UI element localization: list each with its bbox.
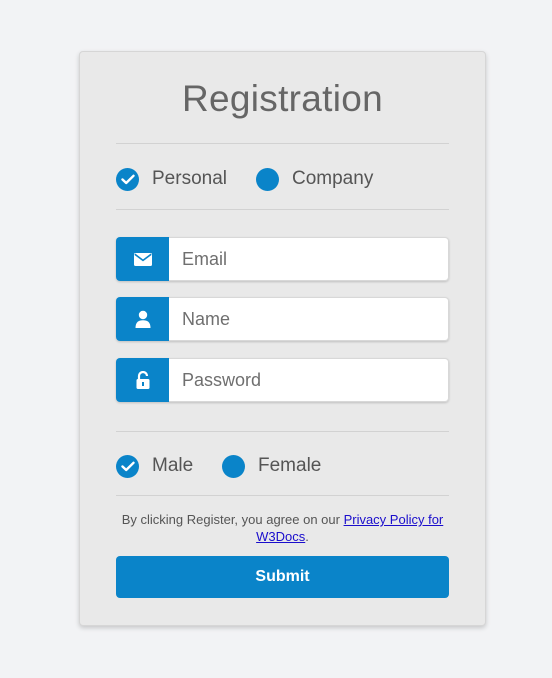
radio-label-female: Female <box>258 455 322 476</box>
radio-female[interactable]: Female <box>222 453 321 479</box>
check-icon <box>116 167 139 191</box>
radio-label-male: Male <box>152 455 194 476</box>
divider <box>116 431 449 432</box>
password-field-group <box>116 358 449 402</box>
radio-dot-icon <box>222 454 245 478</box>
registration-card: Registration Personal Company Email Name… <box>79 51 486 626</box>
envelope-icon <box>116 237 169 281</box>
radio-label-personal: Personal <box>152 168 227 189</box>
page-title: Registration <box>181 78 384 119</box>
divider <box>116 495 449 496</box>
radio-personal[interactable]: Personal <box>116 166 227 192</box>
name-input[interactable] <box>169 297 449 341</box>
email-input[interactable] <box>169 237 449 281</box>
unlock-icon <box>116 358 169 402</box>
terms-prefix: By clicking Register, you agree on our <box>121 512 344 527</box>
radio-male[interactable]: Male <box>116 453 193 479</box>
radio-company[interactable]: Company <box>256 166 373 192</box>
radio-dot-icon <box>256 167 279 191</box>
name-field-group <box>116 297 449 341</box>
divider <box>116 143 449 144</box>
submit-button[interactable]: Submit <box>116 556 449 598</box>
divider <box>116 209 449 210</box>
password-input[interactable] <box>169 358 449 402</box>
user-icon <box>116 297 169 341</box>
email-field-group <box>116 237 449 281</box>
radio-label-company: Company <box>292 168 374 189</box>
terms-suffix: . <box>305 529 309 544</box>
terms-text: By clicking Register, you agree on our P… <box>116 511 449 545</box>
check-icon <box>116 454 139 478</box>
